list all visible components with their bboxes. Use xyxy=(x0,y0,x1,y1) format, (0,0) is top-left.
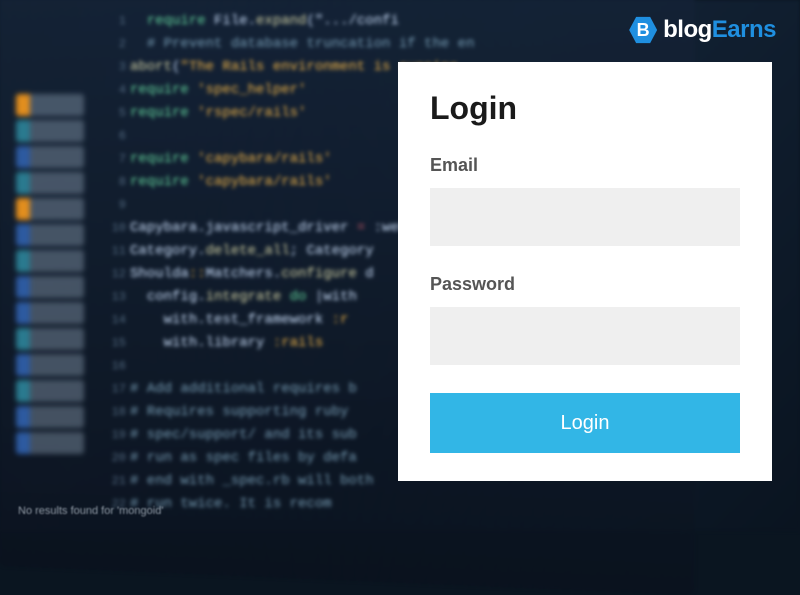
line-numbers: 12345678910111213141516171819202122 xyxy=(98,10,126,530)
password-label: Password xyxy=(430,274,740,295)
code-line: require File.expand(".../confi xyxy=(130,10,610,33)
brand-text: blogEarns xyxy=(663,16,776,44)
code-line: # Prevent database truncation if the en xyxy=(130,33,610,56)
login-button[interactable]: Login xyxy=(430,393,740,453)
email-field[interactable] xyxy=(430,188,740,246)
brand-text-blue: Earns xyxy=(712,16,776,43)
footer-note: No results found for 'mongoid' xyxy=(18,505,163,517)
password-field[interactable] xyxy=(430,307,740,365)
login-title: Login xyxy=(430,90,740,127)
brand-logo: B blogEarns xyxy=(629,16,776,44)
login-card: Login Email Password Login xyxy=(398,62,772,481)
brand-hex-icon: B xyxy=(629,16,657,44)
email-label: Email xyxy=(430,155,740,176)
ide-sidebar xyxy=(16,90,84,510)
brand-text-white: blog xyxy=(663,16,712,43)
code-line: # run twice. It is recom xyxy=(130,493,610,516)
